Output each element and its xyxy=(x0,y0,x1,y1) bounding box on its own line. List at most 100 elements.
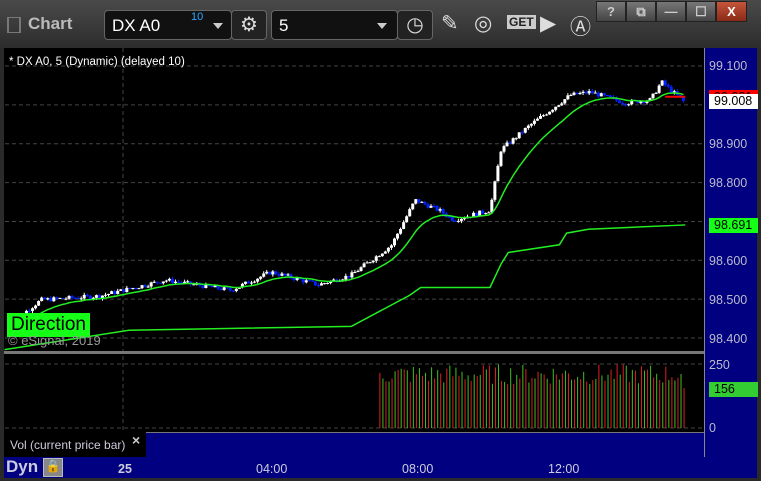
candle-body xyxy=(307,280,311,282)
candle-body xyxy=(319,283,323,286)
candle-body xyxy=(347,275,351,278)
time-axis[interactable] xyxy=(4,457,757,478)
candle-body xyxy=(76,297,80,299)
candle-body xyxy=(323,283,327,285)
candle-body xyxy=(140,285,144,289)
candle-body xyxy=(316,285,320,287)
candle-body xyxy=(490,199,494,213)
candle-body xyxy=(429,205,433,208)
close-volume-icon[interactable]: × xyxy=(132,432,140,448)
candle-body xyxy=(353,272,357,274)
candle-body xyxy=(304,280,308,283)
candle-body xyxy=(402,222,406,229)
candle-body xyxy=(122,289,126,293)
candle-body xyxy=(417,199,421,203)
candle-body xyxy=(146,286,150,288)
candle-body xyxy=(259,276,263,279)
candle-body xyxy=(548,111,552,115)
candle-body xyxy=(116,290,120,294)
candle-body xyxy=(125,287,129,293)
candle-body xyxy=(186,281,190,283)
candle-body xyxy=(164,280,168,282)
candle-body xyxy=(243,281,247,284)
candle-body xyxy=(560,103,564,106)
candle-body xyxy=(167,278,171,281)
candle-body xyxy=(529,123,533,126)
candle-body xyxy=(265,271,269,274)
time-label: 08:00 xyxy=(402,462,434,476)
candle-body xyxy=(663,80,667,86)
candle-body xyxy=(414,199,418,204)
candle-body xyxy=(268,271,272,275)
candle-body xyxy=(587,91,591,94)
candle-body xyxy=(219,288,223,290)
candle-body xyxy=(113,291,117,294)
candle-body xyxy=(104,294,108,296)
candle-body xyxy=(511,138,515,144)
candle-body xyxy=(79,298,83,300)
candle-body xyxy=(128,287,132,289)
candle-body xyxy=(602,93,606,96)
candle-body xyxy=(246,281,250,284)
candle-body xyxy=(70,295,74,298)
candle-body xyxy=(621,103,625,105)
candle-body xyxy=(523,127,527,133)
candle-body xyxy=(569,95,573,97)
candle-body xyxy=(286,274,290,276)
candle-body xyxy=(517,132,521,139)
candle-body xyxy=(542,115,546,117)
candle-body xyxy=(487,212,491,214)
candle-body xyxy=(499,151,503,166)
candle-body xyxy=(557,105,561,107)
candle-body xyxy=(572,92,576,96)
candle-body xyxy=(481,210,485,214)
candle-body xyxy=(593,92,597,94)
candle-body xyxy=(584,91,588,94)
candle-body xyxy=(365,262,369,264)
candle-body xyxy=(49,298,53,302)
candle-body xyxy=(313,281,317,286)
candle-body xyxy=(82,294,86,299)
candle-body xyxy=(432,205,436,207)
candle-body xyxy=(423,201,427,205)
candle-body xyxy=(535,118,539,121)
candle-body xyxy=(408,209,412,217)
candle-body xyxy=(326,282,330,284)
candle-body xyxy=(526,125,530,128)
candle-body xyxy=(73,297,77,299)
moving-average-line xyxy=(8,92,684,326)
candle-body xyxy=(67,295,71,299)
candle-body xyxy=(563,99,567,104)
candle-body xyxy=(137,288,141,290)
candle-body xyxy=(250,282,254,284)
candle-body xyxy=(201,285,205,289)
candle-body xyxy=(170,278,174,284)
candle-body xyxy=(657,85,661,93)
time-label: 04:00 xyxy=(256,462,288,476)
candle-body xyxy=(37,301,41,306)
candle-body xyxy=(231,290,235,292)
time-label: 12:00 xyxy=(548,462,580,476)
candle-body xyxy=(362,263,366,268)
dynamic-mode[interactable]: Dyn xyxy=(4,457,38,477)
candle-body xyxy=(43,297,47,300)
candle-body xyxy=(578,92,582,95)
candle-body xyxy=(389,245,393,248)
candle-body xyxy=(383,251,387,254)
candle-body xyxy=(377,256,381,258)
candle-body xyxy=(256,278,260,282)
candle-body xyxy=(514,138,518,140)
candle-body xyxy=(453,220,457,222)
candle-body xyxy=(538,116,542,119)
candle-body xyxy=(660,80,664,86)
pane-divider[interactable] xyxy=(4,351,704,354)
candle-body xyxy=(27,310,31,312)
candle-body xyxy=(350,272,354,278)
lock-icon[interactable]: 🔒 xyxy=(43,458,63,477)
candle-body xyxy=(40,297,44,302)
candle-body xyxy=(447,216,451,218)
chart-legend: * DX A0, 5 (Dynamic) (delayed 10) xyxy=(9,56,185,68)
candle-body xyxy=(651,93,655,99)
candle-body xyxy=(177,281,181,283)
candle-body xyxy=(213,285,217,288)
